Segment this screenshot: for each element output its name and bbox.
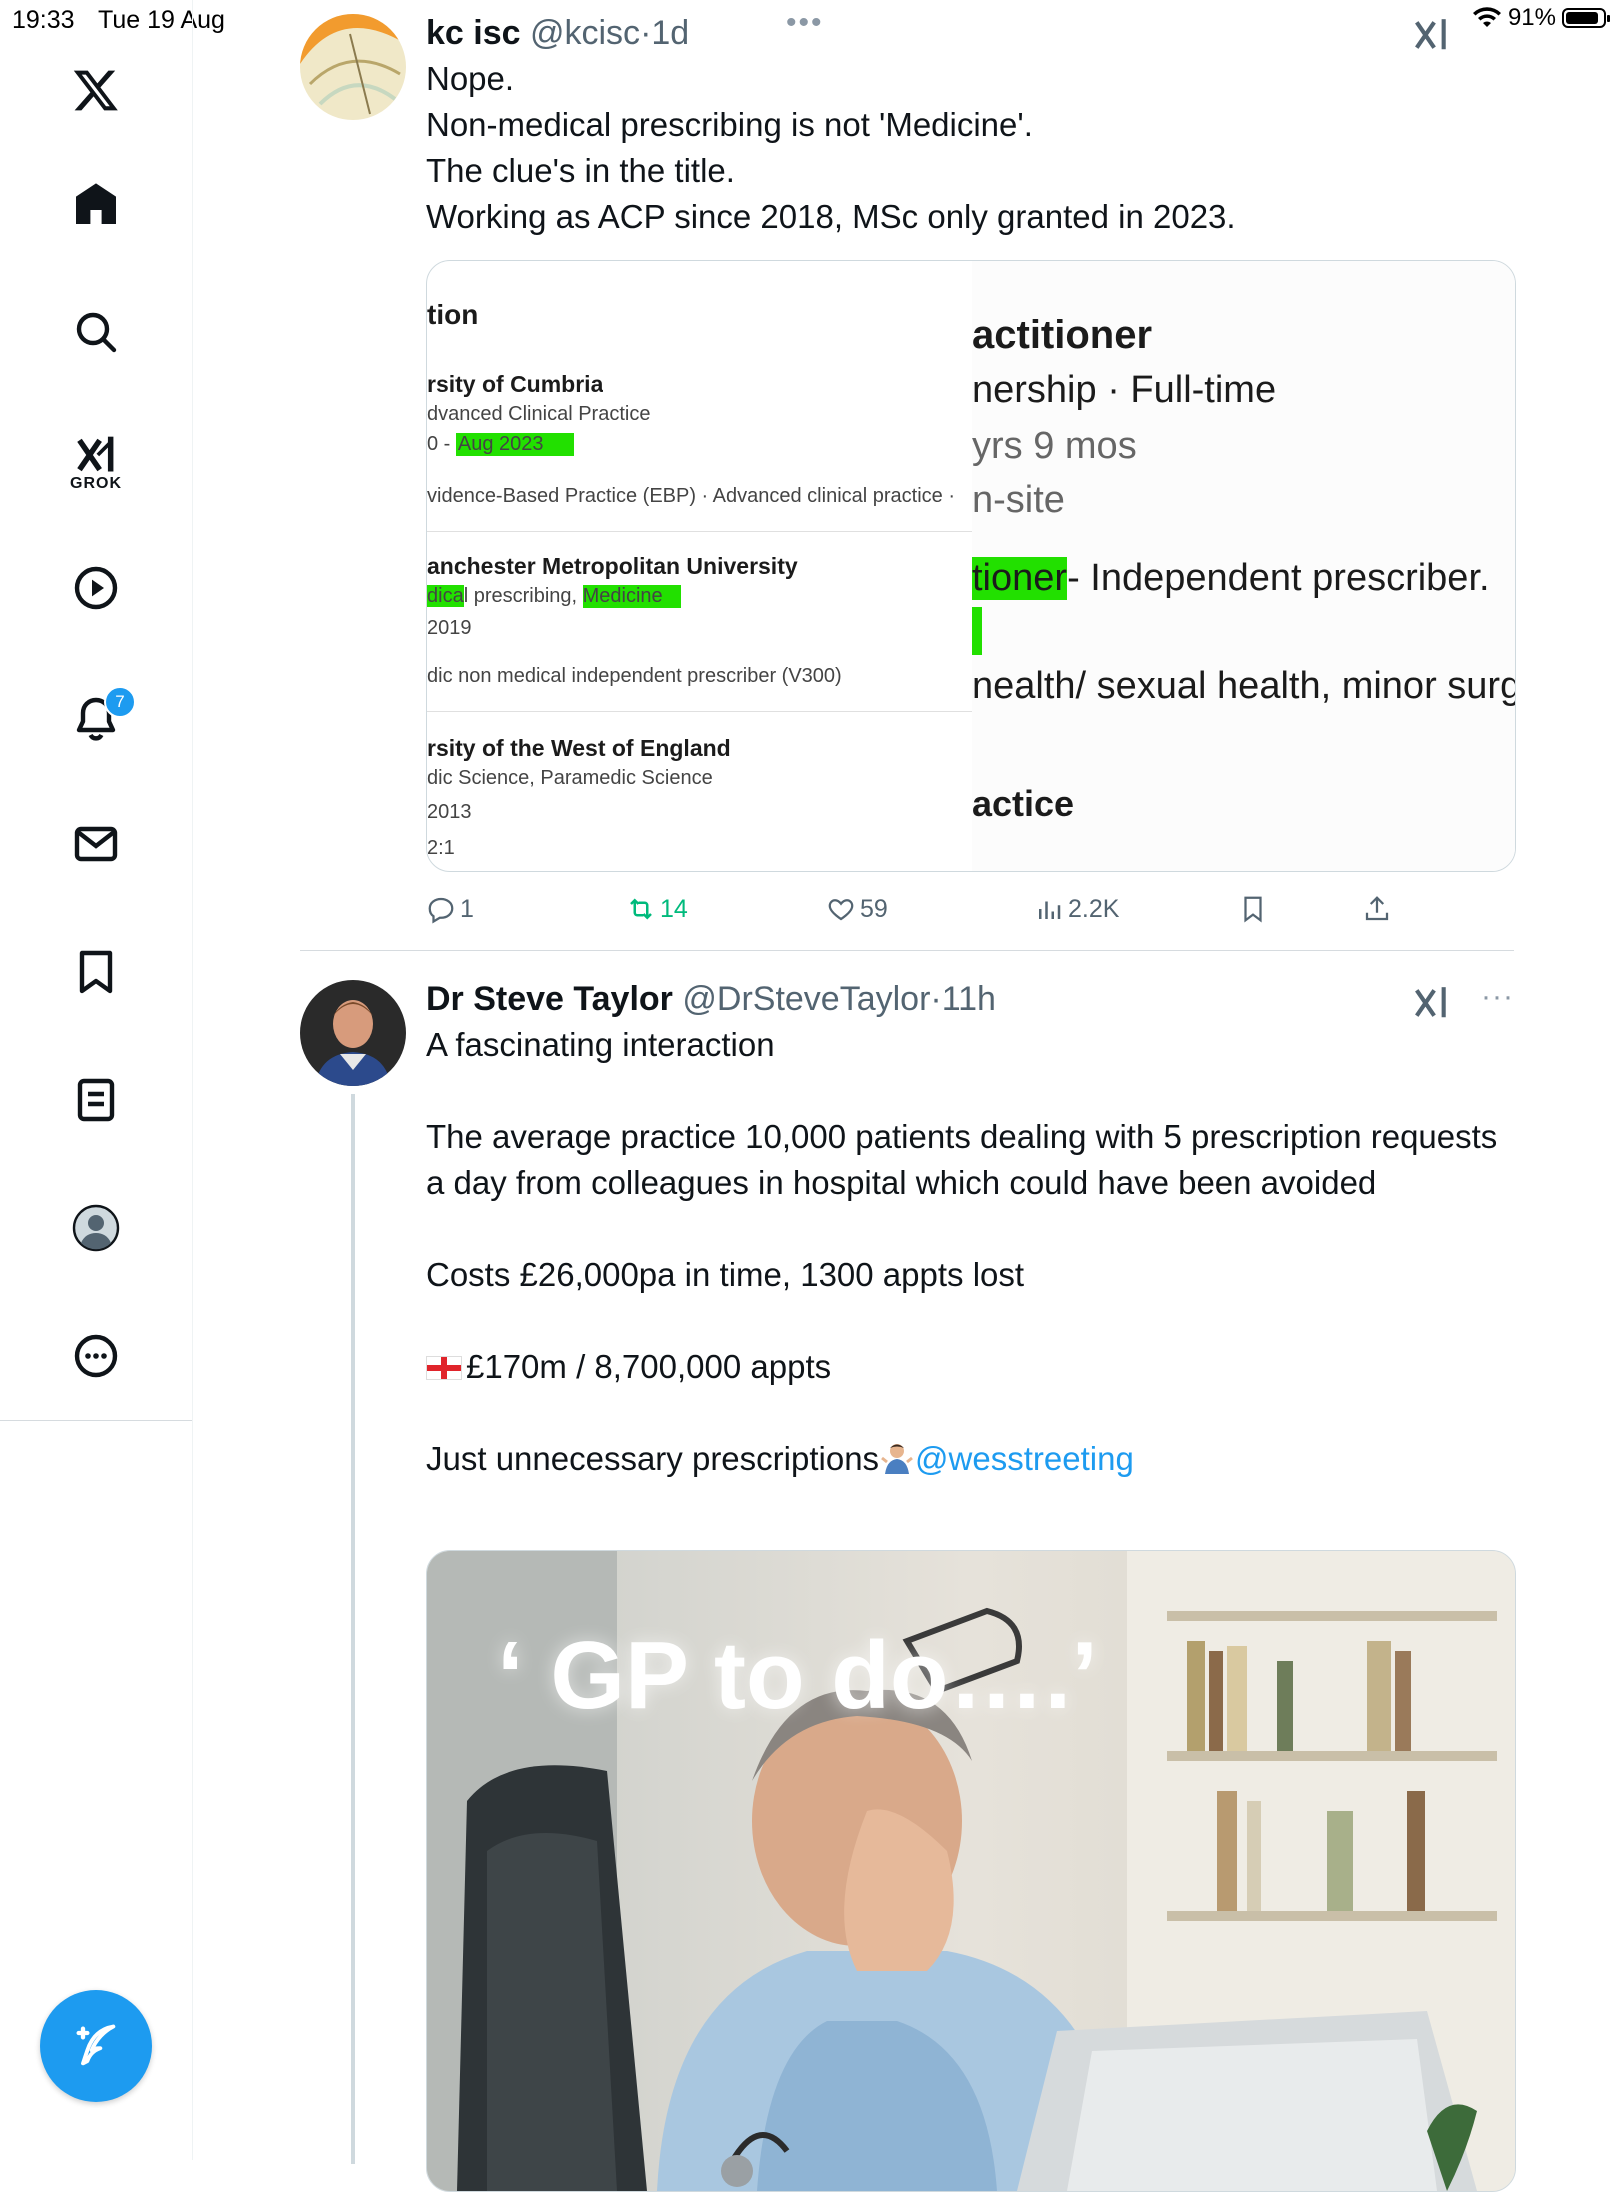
messages-icon[interactable] — [58, 806, 134, 882]
university-3-grade: 2:1 — [427, 837, 455, 859]
post-text: Nope. Non-medical prescribing is not 'Me… — [426, 60, 1236, 235]
university-2-note: dic non medical independent prescriber (… — [427, 665, 842, 687]
bookmark-button[interactable] — [1238, 894, 1268, 924]
grok-icon[interactable]: GROK — [58, 418, 134, 508]
job-detail: nealth/ sexual health, minor surg — [972, 665, 1515, 707]
university-1-course: dvanced Clinical Practice — [427, 403, 651, 425]
job-location: n-site — [972, 479, 1065, 521]
highlight-course-1: dica — [427, 585, 464, 607]
reply-button[interactable]: 1 — [426, 894, 474, 924]
repost-icon — [630, 898, 652, 920]
post-divider — [300, 950, 1514, 951]
divider — [427, 531, 972, 532]
lists-icon[interactable] — [58, 1062, 134, 1138]
more-icon[interactable] — [58, 1318, 134, 1394]
university-1: rsity of Cumbria — [427, 371, 604, 397]
university-3-year: 2013 — [427, 801, 472, 823]
handle[interactable]: @DrSteveTaylor — [682, 980, 930, 1018]
reply-count: 1 — [460, 894, 474, 923]
avatar[interactable] — [300, 14, 406, 120]
bookmark-icon — [1244, 896, 1262, 923]
share-button[interactable] — [1362, 894, 1392, 924]
divider — [427, 711, 972, 712]
dates-prefix: 0 - — [427, 433, 456, 455]
university-2-year: 2019 — [427, 617, 472, 639]
post-text: A fascinating interaction The average pr… — [426, 1022, 1506, 1482]
section-heading: actice — [972, 783, 1075, 824]
like-count: 59 — [860, 894, 888, 923]
battery-icon — [1562, 8, 1610, 28]
post-actions: 1 14 59 2.2K — [426, 894, 1426, 934]
notifications-icon[interactable]: 7 — [58, 680, 136, 756]
job-title: actitioner — [972, 313, 1153, 357]
university-1-skills: vidence-Based Practice (EBP) · Advanced … — [427, 485, 956, 507]
course-mid: l prescribing, — [463, 585, 583, 607]
bookmarks-icon[interactable] — [58, 934, 134, 1010]
university-2: anchester Metropolitan University — [427, 553, 798, 579]
post-text-main: A fascinating interaction The average pr… — [426, 1026, 1498, 1293]
compose-post-button[interactable] — [40, 1990, 152, 2102]
repost-count: 14 — [660, 894, 688, 923]
separator: · — [640, 14, 652, 52]
highlight-course-2: Medicine — [582, 585, 681, 608]
job-description: tioner- Independent prescriber. — [972, 557, 1515, 600]
search-icon[interactable] — [58, 294, 134, 370]
sidebar: GROK 7 — [0, 0, 193, 2160]
grok-icon[interactable] — [1412, 984, 1450, 1022]
highlight-role: tioner — [972, 557, 1068, 600]
highlight-dates: Aug 2023 — [455, 433, 574, 456]
display-name[interactable]: Dr Steve Taylor — [426, 980, 673, 1018]
university-3-course: dic Science, Paramedic Science — [427, 767, 713, 789]
image-caption: ‘ GP to do….’ — [497, 1622, 1098, 1729]
post-time[interactable]: 11h — [942, 980, 996, 1018]
post-kcisc[interactable]: kc isc @kcisc·1d Nope. Non-medical presc… — [300, 14, 1516, 944]
views-button[interactable]: 2.2K — [1034, 894, 1119, 924]
battery-percent: 91% — [1507, 4, 1556, 31]
shrug-emoji-icon — [879, 1440, 915, 1476]
post-time[interactable]: 1d — [651, 14, 689, 52]
separator: · — [930, 980, 942, 1018]
job-type: nership · Full-time — [972, 369, 1277, 411]
share-icon — [1365, 896, 1389, 921]
post-header: kc isc @kcisc·1d — [426, 14, 689, 53]
post-text-stats: £170m / 8,700,000 appts — [466, 1348, 832, 1385]
home-icon[interactable] — [58, 166, 134, 242]
screenshot-experience-panel: actitioner nership · Full-time yrs 9 mos… — [972, 261, 1515, 871]
view-count: 2.2K — [1068, 894, 1120, 923]
handle[interactable]: @kcisc — [530, 14, 640, 52]
highlight-mark — [972, 607, 982, 655]
role-rest: - Independent prescriber. — [1067, 557, 1490, 599]
university-3: rsity of the West of England — [427, 735, 731, 761]
profile-icon[interactable] — [58, 1190, 134, 1266]
notification-badge: 7 — [104, 686, 136, 718]
like-button[interactable]: 59 — [826, 894, 888, 924]
post-image-gp-photo[interactable]: ‘ GP to do….’ — [426, 1550, 1516, 2192]
avatar[interactable] — [300, 980, 406, 1086]
post-header: Dr Steve Taylor @DrSteveTaylor·11h — [426, 980, 996, 1019]
display-name[interactable]: kc isc — [426, 14, 521, 52]
screenshot-education-panel: tion rsity of Cumbria dvanced Clinical P… — [427, 261, 972, 871]
repost-button[interactable]: 14 — [626, 894, 688, 924]
x-logo-icon[interactable] — [58, 52, 134, 128]
england-flag-icon — [426, 1356, 462, 1380]
mention-link[interactable]: @wesstreeting — [915, 1440, 1134, 1477]
university-1-dates: 0 - Aug 2023 — [427, 433, 574, 456]
video-icon[interactable] — [58, 550, 134, 626]
views-icon — [1039, 901, 1061, 919]
heart-icon — [828, 899, 854, 921]
education-heading: tion — [427, 299, 479, 330]
more-options-button[interactable]: ··· — [1481, 980, 1514, 1014]
university-2-course: dical prescribing, Medicine — [427, 585, 681, 608]
reply-icon — [428, 897, 454, 924]
grok-label: GROK — [70, 475, 122, 492]
job-duration: yrs 9 mos — [972, 425, 1137, 467]
compose-post-icon — [76, 2024, 116, 2066]
sidebar-divider — [0, 1420, 192, 1421]
post-text-closing: Just unnecessary prescriptions — [426, 1440, 880, 1477]
grok-icon[interactable] — [1412, 16, 1450, 54]
post-image-screenshot[interactable]: tion rsity of Cumbria dvanced Clinical P… — [426, 260, 1516, 872]
